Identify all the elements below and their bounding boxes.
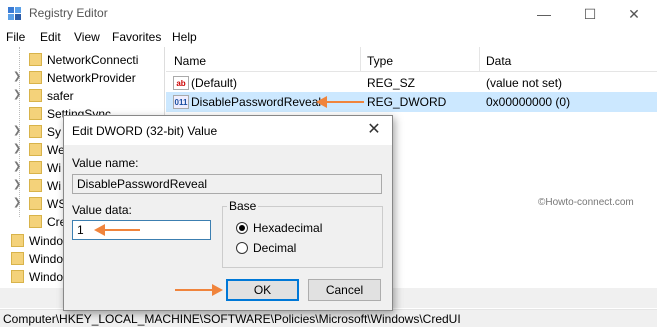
chevron-right-icon[interactable]: ❯ xyxy=(13,179,21,190)
tree-item-label: NetworkConnecti xyxy=(47,53,139,67)
menu-bar: File Edit View Favorites Help xyxy=(0,28,657,47)
tree-item-label: Wi xyxy=(47,179,61,193)
title-bar: Registry Editor — ☐ ✕ xyxy=(0,0,657,28)
chevron-right-icon[interactable]: ❯ xyxy=(13,161,21,172)
dialog-close-button[interactable]: ✕ xyxy=(364,120,384,140)
minimize-button[interactable]: — xyxy=(521,0,567,28)
chevron-right-icon[interactable]: ❯ xyxy=(13,125,21,136)
chevron-right-icon[interactable]: ❯ xyxy=(13,143,21,154)
tree-item[interactable]: ❯ NetworkProvider xyxy=(0,68,164,88)
menu-help[interactable]: Help xyxy=(172,30,197,44)
folder-icon xyxy=(11,270,24,283)
menu-file[interactable]: File xyxy=(6,30,25,44)
column-header-type[interactable]: Type xyxy=(367,54,393,68)
value-data-label: Value data: xyxy=(72,203,132,217)
base-group-label: Base xyxy=(227,199,259,213)
chevron-right-icon[interactable]: ❯ xyxy=(13,71,21,82)
watermark: ©Howto-connect.com xyxy=(538,197,634,208)
maximize-button[interactable]: ☐ xyxy=(567,0,613,28)
chevron-right-icon[interactable]: ❯ xyxy=(13,197,21,208)
list-row-selected[interactable]: 011 DisablePasswordReveal REG_DWORD 0x00… xyxy=(166,92,657,112)
tree-item-label: safer xyxy=(47,89,74,103)
menu-edit[interactable]: Edit xyxy=(40,30,61,44)
folder-icon xyxy=(29,89,42,102)
value-data: (value not set) xyxy=(486,76,563,90)
list-row[interactable]: ab (Default) REG_SZ (value not set) xyxy=(166,73,657,93)
tree-item-label: Windo xyxy=(29,234,64,248)
folder-icon xyxy=(29,53,42,66)
tree-item-label: NetworkProvider xyxy=(47,71,136,85)
registry-editor-icon xyxy=(8,7,21,20)
tree-item[interactable]: NetworkConnecti xyxy=(0,50,164,70)
folder-icon xyxy=(29,107,42,120)
column-divider[interactable] xyxy=(360,47,361,72)
hexadecimal-radio[interactable] xyxy=(236,222,248,234)
edit-dword-dialog: Edit DWORD (32-bit) Value ✕ Value name: … xyxy=(63,115,393,311)
cancel-button[interactable]: Cancel xyxy=(308,279,381,301)
annotation-arrow xyxy=(316,96,364,108)
folder-icon xyxy=(29,143,42,156)
value-name: (Default) xyxy=(191,76,238,90)
folder-icon xyxy=(11,234,24,247)
dialog-title: Edit DWORD (32-bit) Value xyxy=(72,124,218,138)
tree-item-label: Sy xyxy=(47,125,62,139)
hexadecimal-label[interactable]: Hexadecimal xyxy=(253,221,322,235)
value-data-input[interactable]: 1 xyxy=(72,220,211,240)
window-title: Registry Editor xyxy=(29,6,108,20)
registry-path: Computer\HKEY_LOCAL_MACHINE\SOFTWARE\Pol… xyxy=(3,312,461,326)
tree-item-label: Wi xyxy=(47,161,61,175)
decimal-label[interactable]: Decimal xyxy=(253,241,296,255)
value-name-label: Value name: xyxy=(72,156,139,170)
column-divider[interactable] xyxy=(479,47,480,72)
folder-icon xyxy=(29,197,42,210)
binary-value-icon: 011 xyxy=(173,95,189,109)
folder-icon xyxy=(29,71,42,84)
folder-icon xyxy=(11,252,24,265)
tree-item-label: Windo xyxy=(29,252,64,266)
ok-button[interactable]: OK xyxy=(226,279,299,301)
menu-view[interactable]: View xyxy=(74,30,100,44)
annotation-arrow xyxy=(175,284,223,296)
column-header-name[interactable]: Name xyxy=(174,54,206,68)
list-header: Name Type Data xyxy=(166,47,657,72)
status-bar: Computer\HKEY_LOCAL_MACHINE\SOFTWARE\Pol… xyxy=(0,309,657,327)
tree-item-label: Windo xyxy=(29,270,64,284)
string-value-icon: ab xyxy=(173,76,189,90)
dialog-title-bar: Edit DWORD (32-bit) Value ✕ xyxy=(64,116,392,145)
folder-icon xyxy=(29,215,42,228)
close-button[interactable]: ✕ xyxy=(611,0,657,28)
tree-item[interactable]: ❯ safer xyxy=(0,86,164,106)
decimal-radio[interactable] xyxy=(236,242,248,254)
value-type: REG_DWORD xyxy=(367,95,447,109)
value-name: DisablePasswordReveal xyxy=(191,95,322,109)
base-group xyxy=(222,206,383,268)
column-header-data[interactable]: Data xyxy=(486,54,511,68)
folder-icon xyxy=(29,161,42,174)
value-name-field: DisablePasswordReveal xyxy=(72,174,382,194)
chevron-right-icon[interactable]: ❯ xyxy=(13,89,21,100)
folder-icon xyxy=(29,179,42,192)
menu-favorites[interactable]: Favorites xyxy=(112,30,161,44)
value-type: REG_SZ xyxy=(367,76,416,90)
folder-icon xyxy=(29,125,42,138)
value-data: 0x00000000 (0) xyxy=(486,95,571,109)
annotation-arrow xyxy=(94,224,140,236)
